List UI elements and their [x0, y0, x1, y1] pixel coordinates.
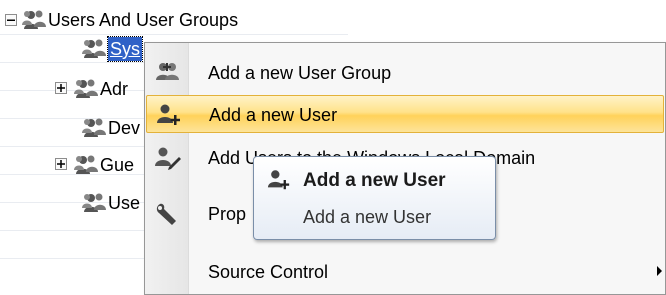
menu-item-label: Add a new User Group: [208, 63, 392, 83]
tree-node-label: Use: [108, 193, 141, 213]
menu-item-source-control[interactable]: Source Control: [146, 253, 664, 291]
tree-node-gue[interactable]: Gue: [74, 152, 134, 178]
tree-node-use[interactable]: Use: [82, 190, 140, 216]
expand-toggle[interactable]: [55, 158, 67, 170]
tree-node-sys[interactable]: Sys: [82, 36, 144, 62]
tree-node-adr[interactable]: Adr: [74, 76, 128, 102]
user-group-icon: [74, 154, 100, 176]
tree-node-label: Adr: [100, 79, 129, 99]
add-user-icon: [155, 102, 183, 128]
tree-node-root[interactable]: Users And User Groups: [22, 7, 238, 33]
user-group-icon: [74, 78, 100, 100]
menu-item-add-user-group[interactable]: Add a new User Group: [146, 54, 664, 92]
tooltip: Add a new User Add a new User: [253, 156, 496, 240]
menu-item-label: Add a new User: [209, 105, 338, 125]
add-user-group-icon: [154, 60, 182, 86]
tree-node-label: Dev: [108, 118, 141, 138]
menu-item-label: Source Control: [208, 262, 329, 282]
add-user-icon: [266, 168, 292, 192]
tree-node-dev[interactable]: Dev: [82, 115, 140, 141]
user-group-icon: [82, 117, 108, 139]
tooltip-title: Add a new User: [303, 170, 446, 191]
submenu-arrow-icon: [657, 266, 662, 276]
user-group-icon: [82, 192, 108, 214]
menu-item-add-user[interactable]: Add a new User: [146, 95, 664, 133]
users-pencil-icon: [154, 145, 182, 171]
wrench-icon: [154, 201, 182, 227]
collapse-toggle[interactable]: [5, 14, 17, 26]
user-group-icon: [22, 9, 48, 31]
tree-node-label: Users And User Groups: [48, 10, 239, 30]
user-group-icon: [82, 38, 108, 60]
tooltip-description: Add a new User: [303, 207, 432, 227]
tree-node-label: Sys: [106, 36, 144, 62]
expand-toggle[interactable]: [55, 82, 67, 94]
tree-node-label: Gue: [100, 155, 135, 175]
row-divider: [0, 34, 348, 35]
menu-item-label: Prop: [208, 204, 247, 224]
